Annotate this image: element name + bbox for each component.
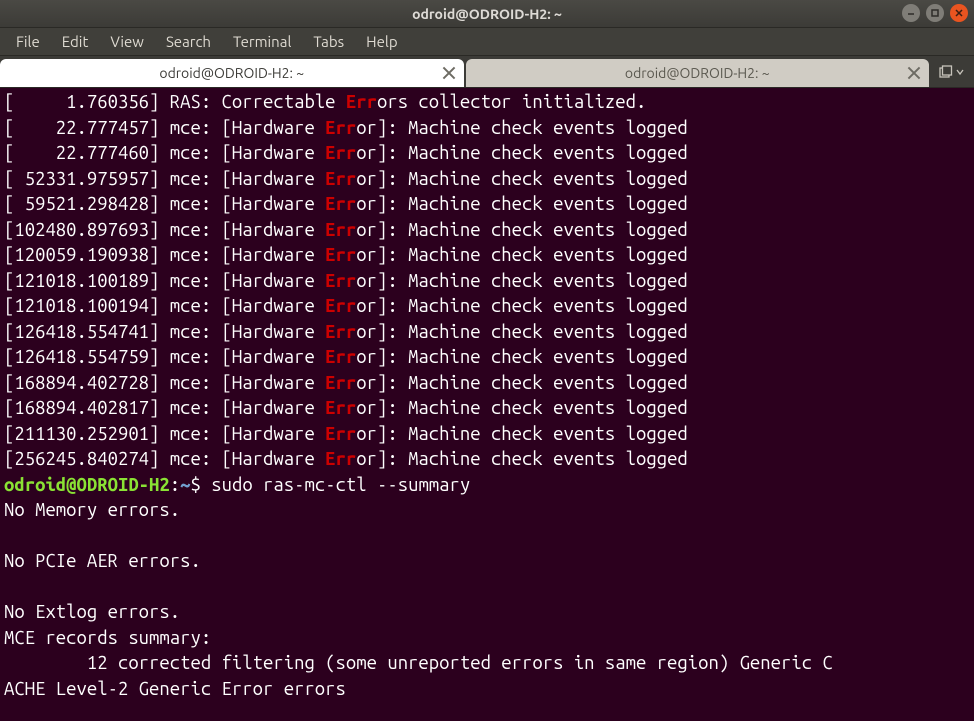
terminal-line: No Extlog errors. <box>4 600 970 626</box>
tab-label: odroid@ODROID-H2: ~ <box>625 65 770 81</box>
tab-label: odroid@ODROID-H2: ~ <box>159 65 304 81</box>
menu-search[interactable]: Search <box>156 30 221 53</box>
menu-file[interactable]: File <box>6 30 50 53</box>
new-tab-button[interactable] <box>931 56 971 87</box>
terminal-line: [ 22.777457] mce: [Hardware Error]: Mach… <box>4 116 970 142</box>
minimize-icon <box>906 8 916 18</box>
close-icon <box>954 8 964 18</box>
menu-help[interactable]: Help <box>356 30 407 53</box>
terminal-line: [126418.554741] mce: [Hardware Error]: M… <box>4 320 970 346</box>
terminal-line: 12 corrected filtering (some unreported … <box>4 651 970 677</box>
terminal-line: [168894.402817] mce: [Hardware Error]: M… <box>4 396 970 422</box>
terminal-line: [ 1.760356] RAS: Correctable Errors coll… <box>4 90 970 116</box>
window-title: odroid@ODROID-H2: ~ <box>412 6 562 22</box>
terminal-line: [102480.897693] mce: [Hardware Error]: M… <box>4 218 970 244</box>
terminal-line: [ 59521.298428] mce: [Hardware Error]: M… <box>4 192 970 218</box>
chevron-down-icon <box>956 64 964 80</box>
menu-edit[interactable]: Edit <box>52 30 99 53</box>
new-tab-icon <box>938 64 954 80</box>
terminal-tab-1[interactable]: odroid@ODROID-H2: ~ <box>0 59 464 87</box>
terminal-line <box>4 524 970 550</box>
tab-close-button[interactable] <box>442 66 456 80</box>
terminal-line: [256245.840274] mce: [Hardware Error]: M… <box>4 447 970 473</box>
minimize-button[interactable] <box>902 4 920 22</box>
window-titlebar: odroid@ODROID-H2: ~ <box>0 0 974 28</box>
terminal-line: No PCIe AER errors. <box>4 549 970 575</box>
terminal-line <box>4 575 970 601</box>
terminal-line: [211130.252901] mce: [Hardware Error]: M… <box>4 422 970 448</box>
close-icon <box>442 66 456 80</box>
terminal-line: odroid@ODROID-H2:~$ sudo ras-mc-ctl --su… <box>4 473 970 499</box>
maximize-button[interactable] <box>926 4 944 22</box>
menu-tabs[interactable]: Tabs <box>303 30 354 53</box>
terminal-tab-2[interactable]: odroid@ODROID-H2: ~ <box>466 59 930 87</box>
window-controls <box>902 4 968 22</box>
terminal-line: ACHE Level-2 Generic Error errors <box>4 677 970 703</box>
maximize-icon <box>930 8 940 18</box>
close-icon <box>907 66 921 80</box>
terminal-line: [121018.100189] mce: [Hardware Error]: M… <box>4 269 970 295</box>
terminal-line: No Memory errors. <box>4 498 970 524</box>
terminal-line: [ 22.777460] mce: [Hardware Error]: Mach… <box>4 141 970 167</box>
menubar: File Edit View Search Terminal Tabs Help <box>0 28 974 56</box>
terminal-line: [121018.100194] mce: [Hardware Error]: M… <box>4 294 970 320</box>
terminal-line: [120059.190938] mce: [Hardware Error]: M… <box>4 243 970 269</box>
menu-view[interactable]: View <box>100 30 154 53</box>
close-button[interactable] <box>950 4 968 22</box>
terminal-line: [126418.554759] mce: [Hardware Error]: M… <box>4 345 970 371</box>
terminal-line: MCE records summary: <box>4 626 970 652</box>
terminal-line: [ 52331.975957] mce: [Hardware Error]: M… <box>4 167 970 193</box>
terminal-line: [168894.402728] mce: [Hardware Error]: M… <box>4 371 970 397</box>
menu-terminal[interactable]: Terminal <box>223 30 301 53</box>
terminal-output[interactable]: [ 1.760356] RAS: Correctable Errors coll… <box>0 88 974 721</box>
tab-close-button[interactable] <box>907 66 921 80</box>
tabbar: odroid@ODROID-H2: ~ odroid@ODROID-H2: ~ <box>0 56 974 88</box>
